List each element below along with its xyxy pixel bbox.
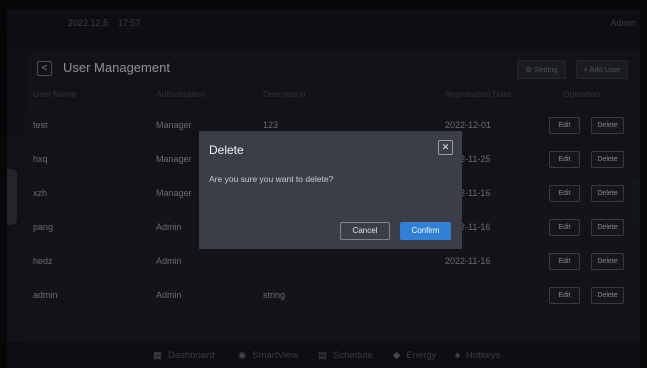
delete-dialog: Delete ✕ Are you sure you want to delete…	[199, 131, 462, 249]
dialog-title: Delete	[209, 143, 244, 157]
close-button[interactable]: ✕	[438, 140, 453, 155]
dialog-message: Are you sure you want to delete?	[209, 174, 334, 184]
close-icon: ✕	[441, 142, 450, 152]
cancel-button[interactable]: Cancel	[340, 222, 390, 240]
confirm-button[interactable]: Confirm	[400, 222, 451, 240]
